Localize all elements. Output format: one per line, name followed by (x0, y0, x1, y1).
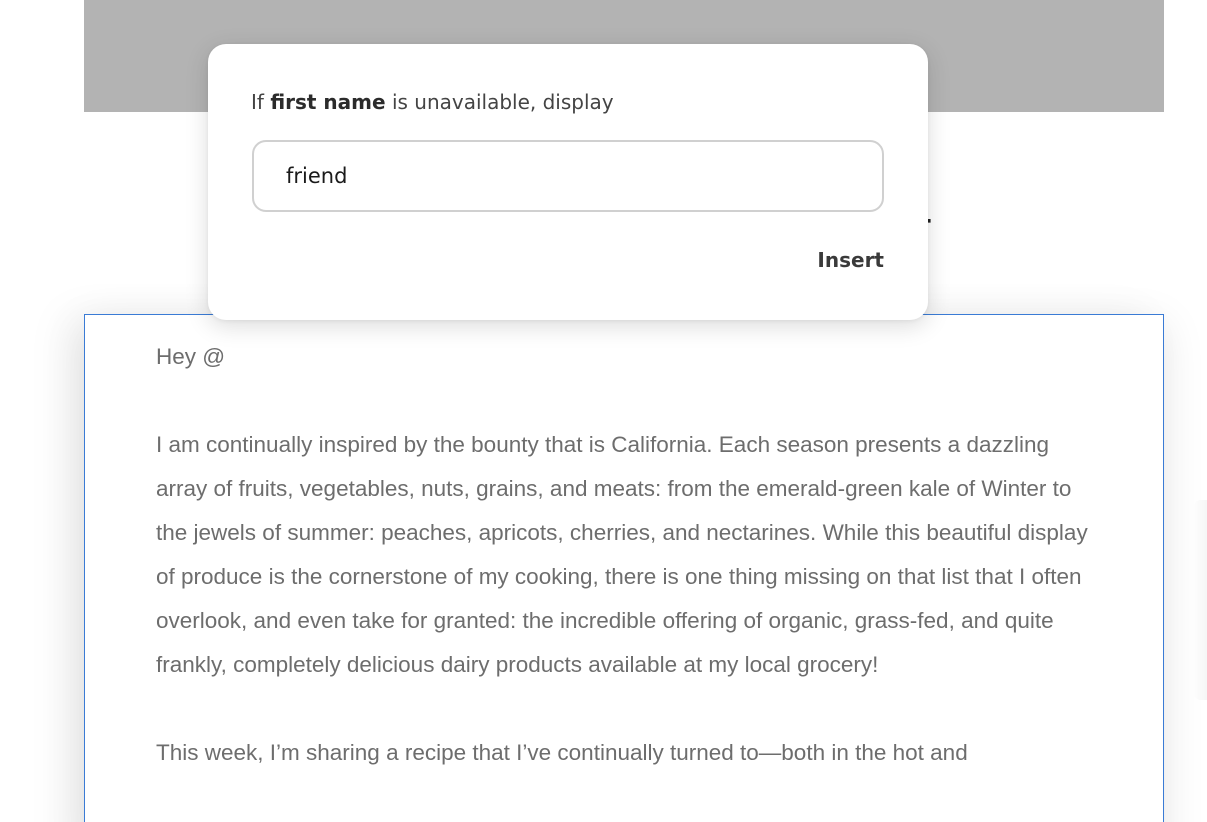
fallback-prompt: If first name is unavailable, display (251, 90, 614, 114)
prompt-suffix: is unavailable, display (391, 90, 614, 114)
prompt-prefix: If (251, 90, 264, 114)
greeting-paragraph: Hey @ (156, 344, 226, 369)
merge-field-name: first name (270, 90, 386, 114)
email-body-text[interactable]: Hey @ I am continually inspired by the b… (156, 335, 1106, 819)
body-paragraph: I am continually inspired by the bounty … (156, 432, 1088, 677)
fallback-value-input[interactable] (252, 140, 884, 212)
insert-button[interactable]: Insert (815, 244, 886, 276)
email-editor-canvas: T Hey @ I am continually inspired by the… (0, 0, 1207, 822)
body-paragraph: This week, I’m sharing a recipe that I’v… (156, 740, 968, 765)
side-panel-edge (1193, 500, 1207, 700)
text-block-selected[interactable]: Hey @ I am continually inspired by the b… (84, 314, 1164, 822)
merge-tag-fallback-popover: If first name is unavailable, display In… (208, 44, 928, 320)
